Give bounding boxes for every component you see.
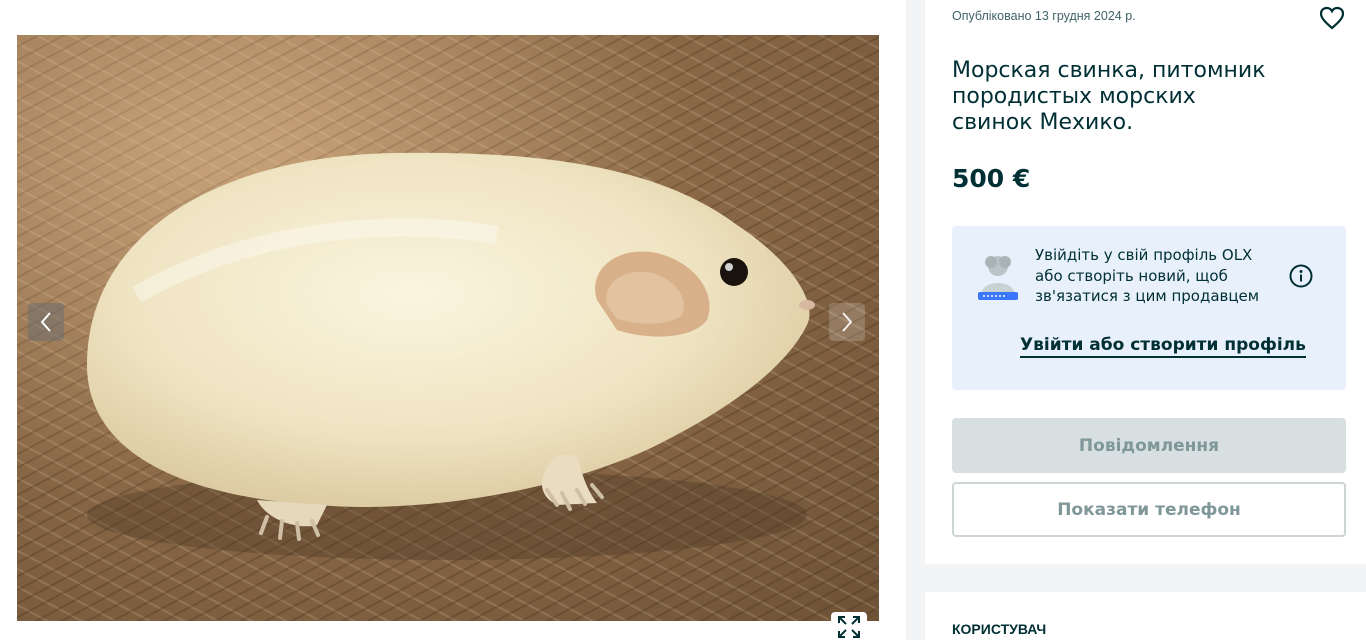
guinea-pig-photo	[17, 35, 879, 621]
login-link[interactable]: Увійти або створити профіль	[1020, 335, 1306, 358]
gallery-panel	[0, 0, 906, 640]
user-avatar-icon	[978, 256, 1018, 300]
fullscreen-button[interactable]	[831, 612, 867, 640]
heart-icon	[1319, 6, 1345, 30]
login-prompt: Увійдіть у свій профіль OLX або створіть…	[952, 226, 1346, 390]
listing-title-text: Морская свинка, питомник породистых морс…	[952, 58, 1266, 135]
login-prompt-text: Увійдіть у свій профіль OLX або створіть…	[1035, 246, 1260, 305]
user-section-heading: КОРИСТУВАЧ	[952, 621, 1047, 637]
gallery-next-button[interactable]	[829, 303, 865, 341]
user-card: КОРИСТУВАЧ	[925, 592, 1366, 640]
show-phone-button[interactable]: Показати телефон	[952, 482, 1346, 537]
listing-price: 500 €	[952, 164, 1031, 193]
info-icon[interactable]	[1288, 263, 1314, 289]
chevron-right-icon	[842, 312, 853, 332]
gallery-prev-button[interactable]	[28, 303, 64, 341]
listing-title: Морская свинка, питомник породистых морс…	[952, 58, 1282, 136]
expand-icon	[838, 616, 860, 638]
listing-card: Опубліковано 13 грудня 2024 р. Морская с…	[925, 0, 1366, 564]
photo-gallery[interactable]	[17, 35, 879, 621]
message-button[interactable]: Повідомлення	[952, 418, 1346, 473]
posted-date: Опубліковано 13 грудня 2024 р.	[952, 9, 1136, 23]
chevron-left-icon	[40, 312, 51, 332]
favorite-button[interactable]	[1318, 4, 1346, 32]
